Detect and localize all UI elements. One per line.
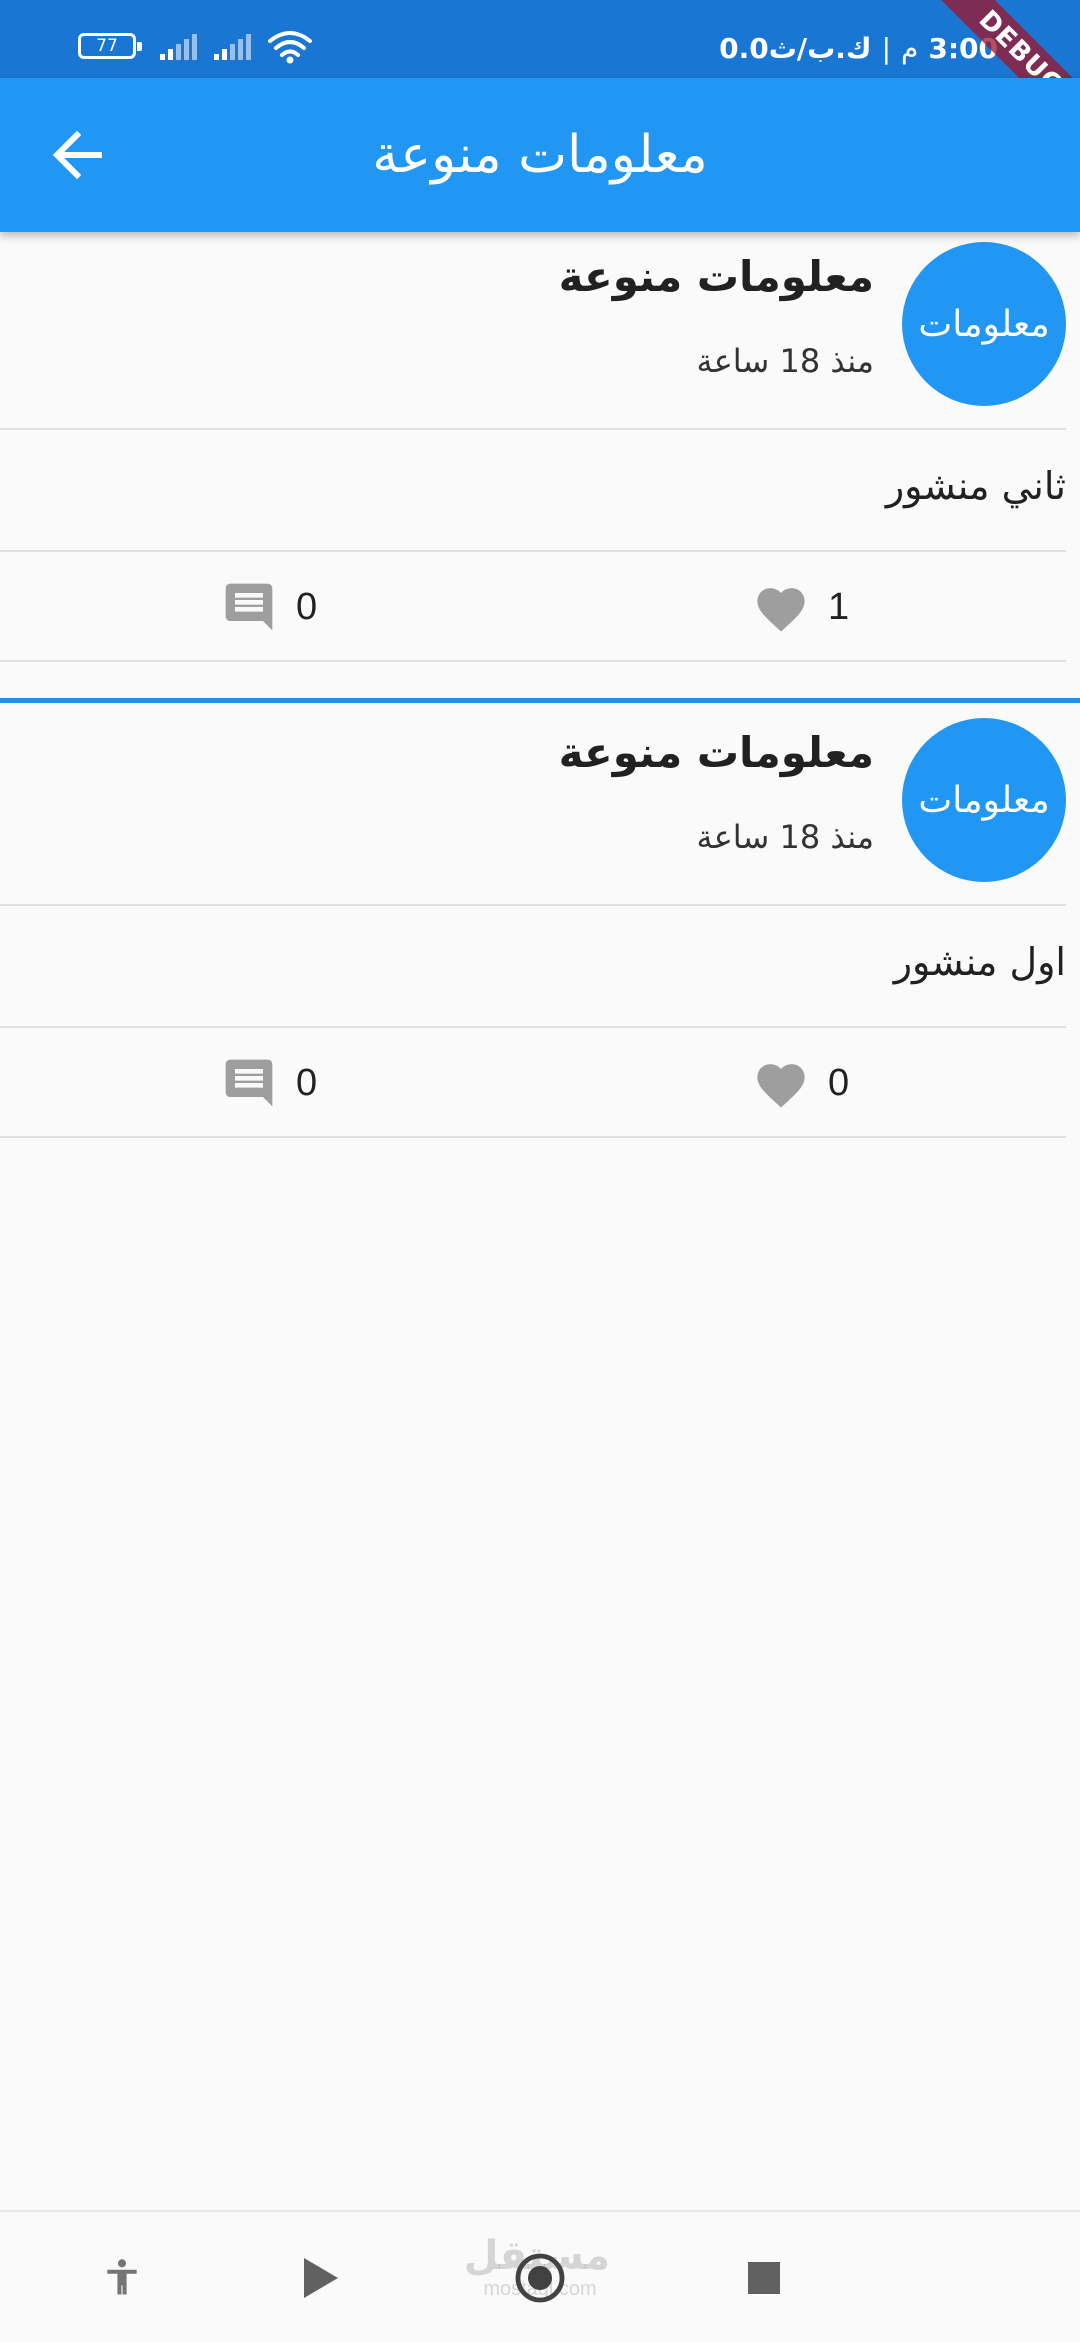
like-count: 0	[828, 1061, 850, 1104]
app-bar: معلومات منوعة	[0, 78, 1080, 232]
status-separator: |	[881, 31, 891, 65]
stop-button[interactable]	[732, 2246, 796, 2310]
divider	[0, 550, 1066, 552]
post-header[interactable]: معلومات معلومات منوعة منذ 18 ساعة	[0, 708, 1066, 904]
status-bar: 77 0.0ك.ب/ث | م 3:00 DEBUG	[0, 0, 1080, 141]
divider	[0, 904, 1066, 906]
comment-count: 0	[296, 1061, 318, 1104]
post-body: اول منشور	[893, 940, 1066, 984]
comment-icon	[225, 583, 273, 631]
divider	[0, 1136, 1066, 1138]
heart-icon	[757, 1064, 805, 1108]
accessibility-icon	[107, 2259, 137, 2295]
status-right: 0.0ك.ب/ث | م 3:00	[719, 28, 998, 68]
battery-level: 77	[96, 36, 118, 56]
arrow-back-icon	[52, 130, 102, 180]
comment-button[interactable]: 0	[220, 1048, 317, 1118]
stop-icon	[748, 2262, 780, 2294]
avatar[interactable]: معلومات	[902, 242, 1066, 406]
comment-icon	[225, 1059, 273, 1107]
play-icon	[304, 2258, 338, 2298]
like-button[interactable]: 0	[752, 1048, 849, 1118]
page-title: معلومات منوعة	[372, 125, 708, 185]
ampm-label: م	[901, 31, 919, 65]
author-name[interactable]: معلومات منوعة	[559, 252, 874, 301]
back-button[interactable]	[42, 120, 112, 190]
clock: 3:00	[928, 31, 998, 65]
post-time: منذ 18 ساعة	[696, 342, 874, 380]
avatar-label: معلومات	[918, 303, 1050, 345]
system-navigation-bar: مستقل mostaql.com	[0, 2210, 1080, 2342]
battery-icon: 77	[78, 33, 142, 59]
signal-icon	[212, 32, 254, 62]
accessibility-button[interactable]	[90, 2246, 154, 2310]
avatar[interactable]: معلومات	[902, 718, 1066, 882]
post-header[interactable]: معلومات معلومات منوعة منذ 18 ساعة	[0, 232, 1066, 428]
divider	[0, 660, 1066, 662]
divider	[0, 428, 1066, 430]
wifi-icon	[268, 30, 312, 64]
comment-button[interactable]: 0	[220, 572, 317, 642]
signal-icon	[158, 32, 200, 62]
author-name[interactable]: معلومات منوعة	[559, 728, 874, 777]
avatar-label: معلومات	[918, 779, 1050, 821]
play-button[interactable]	[288, 2246, 352, 2310]
like-button[interactable]: 1	[752, 572, 849, 642]
comment-count: 0	[296, 585, 318, 628]
home-circle-icon	[515, 2253, 565, 2303]
like-count: 1	[828, 585, 850, 628]
divider	[0, 1026, 1066, 1028]
heart-icon	[757, 588, 805, 632]
post-body: ثاني منشور	[885, 464, 1066, 508]
post-time: منذ 18 ساعة	[696, 818, 874, 856]
home-button[interactable]	[508, 2246, 572, 2310]
post-separator	[0, 698, 1080, 703]
data-speed: 0.0ك.ب/ث	[719, 31, 872, 65]
